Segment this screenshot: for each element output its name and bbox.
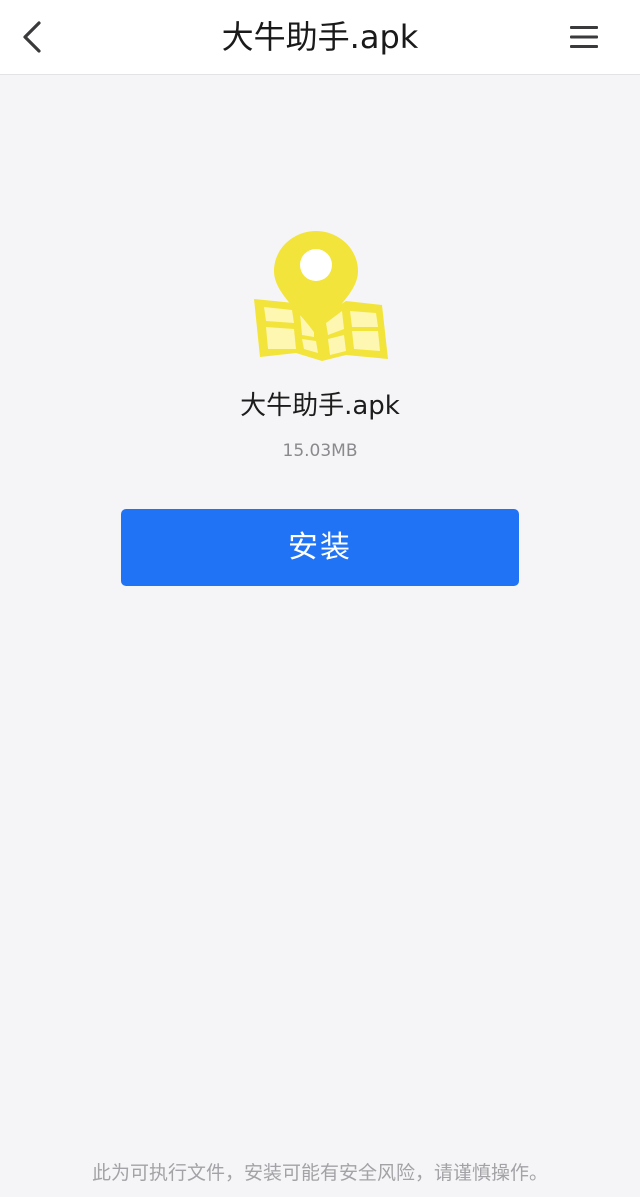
security-warning: 此为可执行文件，安装可能有安全风险，请谨慎操作。 bbox=[91, 1162, 548, 1184]
main-content: 大牛助手.apk 15.03MB 安装 此为可执行文件，安装可能有安全风险，请谨… bbox=[0, 75, 640, 1197]
file-name: 大牛助手.apk bbox=[240, 391, 400, 421]
back-button[interactable] bbox=[10, 12, 54, 62]
file-size: 15.03MB bbox=[282, 441, 358, 461]
map-pin-icon bbox=[254, 231, 388, 361]
top-bar: 大牛助手.apk bbox=[0, 0, 640, 75]
chevron-left-icon bbox=[23, 21, 41, 53]
install-button[interactable]: 安装 bbox=[121, 509, 519, 586]
menu-button[interactable] bbox=[562, 14, 606, 60]
page-title: 大牛助手.apk bbox=[221, 18, 419, 56]
menu-icon bbox=[570, 26, 598, 48]
